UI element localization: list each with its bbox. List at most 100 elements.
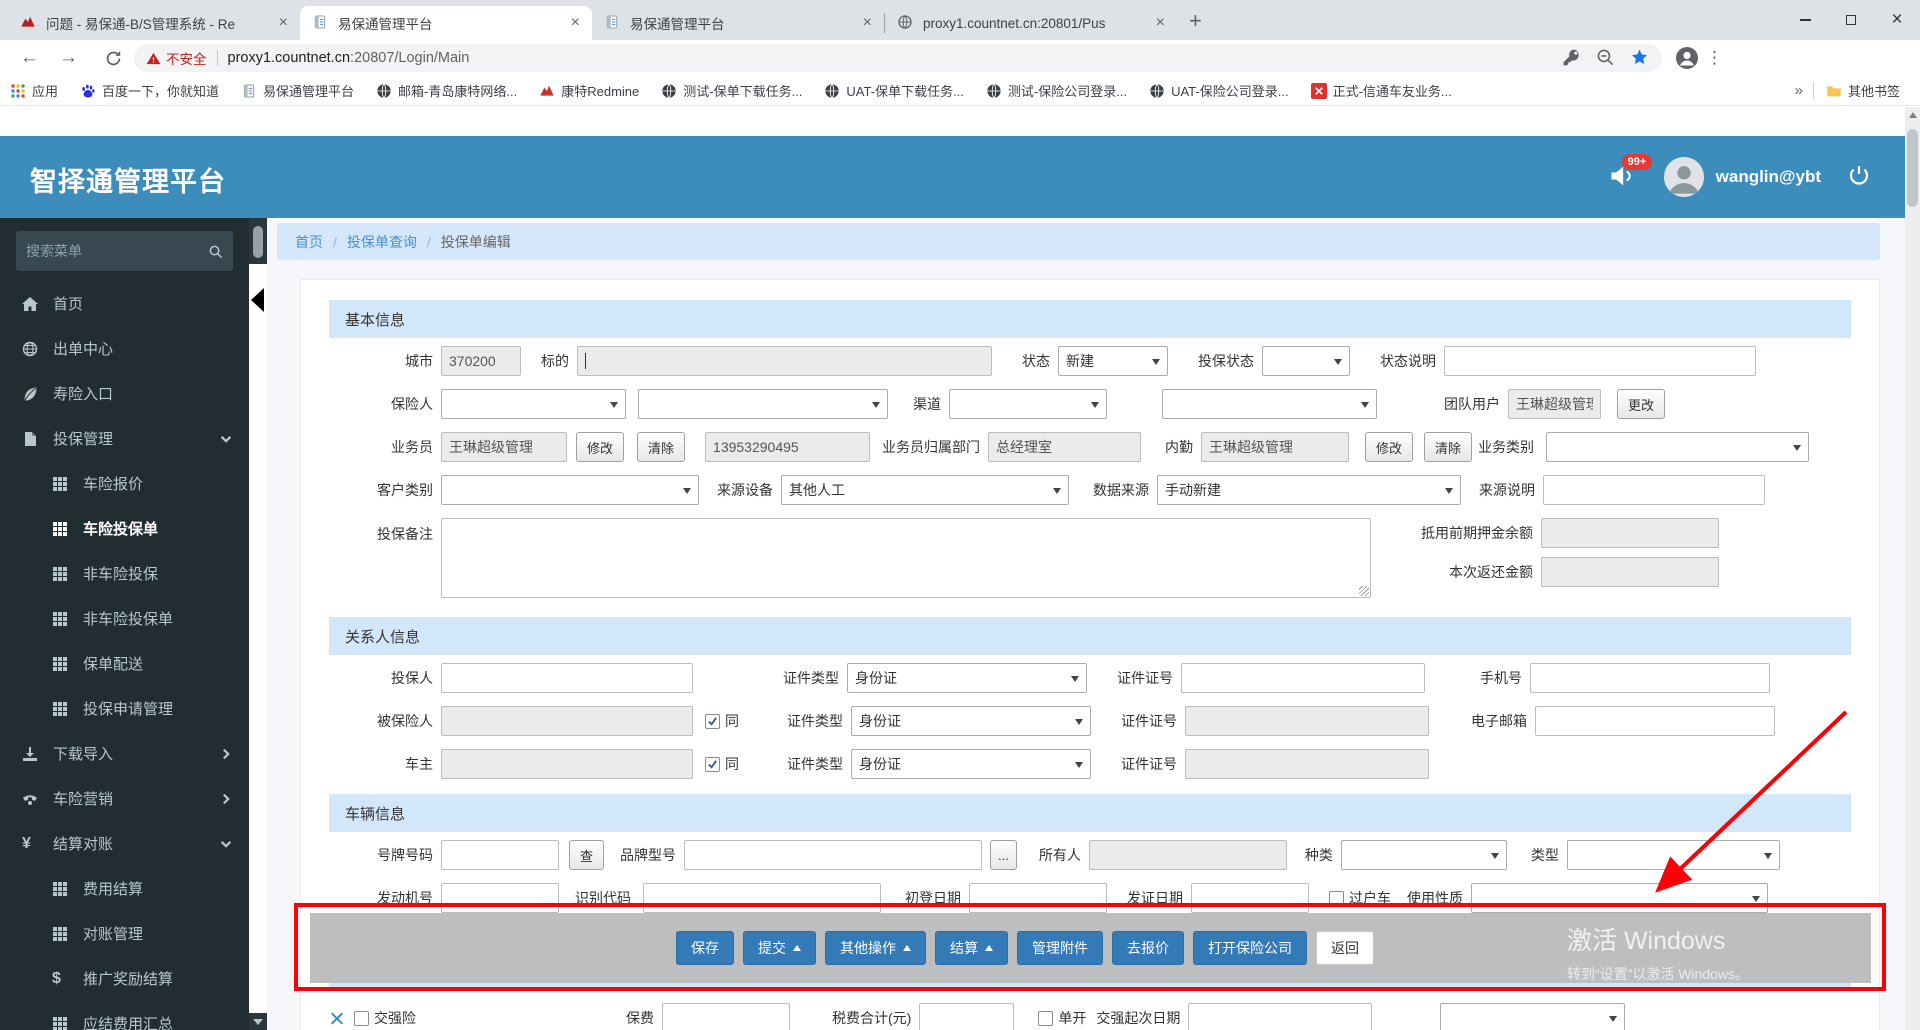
salesman-phone-input[interactable] <box>705 432 871 462</box>
office-clear-button[interactable]: 清除 <box>1424 432 1473 462</box>
collapse-x-icon[interactable] <box>329 1011 344 1026</box>
browser-tab-ybt2[interactable]: 易保通管理平台 × <box>592 6 884 40</box>
bookmarks-overflow-icon[interactable]: » <box>1795 82 1803 99</box>
sidebar-item-fee-settlement[interactable]: 费用结算 <box>0 866 249 911</box>
profile-avatar-icon[interactable] <box>1674 45 1700 71</box>
breadcrumb-home[interactable]: 首页 <box>295 232 323 252</box>
bookmark-ybt[interactable]: 易保通管理平台 <box>241 81 354 100</box>
premium-input[interactable] <box>662 1003 790 1030</box>
email-input[interactable] <box>1535 706 1775 736</box>
sidebar-item-auto-marketing[interactable]: 车险营销 <box>0 776 249 821</box>
status-select[interactable]: 新建 <box>1058 346 1168 376</box>
sidebar-item-issue-center[interactable]: 出单中心 <box>0 326 249 371</box>
insurer-select-1[interactable] <box>441 389 626 419</box>
browser-tab-redmine[interactable]: 问题 - 易保通-B/S管理系统 - Re × <box>8 6 300 40</box>
bookmark-test-download[interactable]: 测试-保单下载任务... <box>661 81 802 100</box>
insurance-extra-select[interactable] <box>1440 1003 1626 1030</box>
sidebar-item-nonauto-insure[interactable]: 非车险投保 <box>0 551 249 596</box>
applicant-cert-type-select[interactable]: 身份证 <box>847 663 1087 693</box>
salesman-modify-button[interactable]: 修改 <box>576 432 625 462</box>
browser-tab-proxy[interactable]: proxy1.countnet.cn:20801/Pus × <box>885 6 1177 40</box>
scroll-up-icon[interactable] <box>1908 112 1917 118</box>
start-date-input[interactable] <box>1188 1003 1373 1030</box>
brand-more-button[interactable]: ... <box>990 840 1017 870</box>
sidebar-item-fee-summary[interactable]: 应结费用汇总 <box>0 1001 249 1030</box>
resize-handle[interactable] <box>1359 586 1369 596</box>
user-avatar[interactable] <box>1663 157 1704 197</box>
sidebar-item-auto-application[interactable]: 车险投保单 <box>0 506 249 551</box>
password-key-icon[interactable] <box>1562 48 1582 68</box>
notifications-speaker-icon[interactable]: 99+ <box>1608 154 1653 192</box>
page-scroll-thumb[interactable] <box>1907 129 1918 207</box>
kind-select[interactable] <box>1340 840 1507 870</box>
tab-close-icon[interactable]: × <box>275 14 292 32</box>
salesman-clear-button[interactable]: 清除 <box>637 432 686 462</box>
deposit-input[interactable] <box>1541 518 1719 548</box>
applicant-input[interactable] <box>441 663 693 693</box>
breadcrumb-query[interactable]: 投保单查询 <box>347 232 417 252</box>
insured-same-checkbox[interactable] <box>705 713 720 729</box>
sidebar-scroll-down[interactable] <box>249 1013 267 1030</box>
sidebar-item-settlement[interactable]: ¥ 结算对账 <box>0 821 249 866</box>
tab-close-icon[interactable]: × <box>1152 14 1169 32</box>
plate-search-button[interactable]: 查 <box>569 840 605 870</box>
sidebar-item-life-entry[interactable]: 寿险入口 <box>0 371 249 416</box>
sidebar-item-policy-delivery[interactable]: 保单配送 <box>0 641 249 686</box>
bookmark-star-icon[interactable] <box>1630 48 1650 68</box>
apply-status-select[interactable] <box>1262 346 1350 376</box>
new-tab-button[interactable]: + <box>1189 8 1202 34</box>
owner-cert-no-input[interactable] <box>1185 749 1429 779</box>
data-source-select[interactable]: 手动新建 <box>1157 475 1461 505</box>
window-close-button[interactable]: × <box>1874 0 1920 40</box>
sidebar-scroll-thumb[interactable] <box>253 226 263 258</box>
sidebar-search[interactable] <box>16 231 233 271</box>
bookmark-uat-login[interactable]: UAT-保险公司登录... <box>1149 81 1289 100</box>
bookmark-redmine[interactable]: 康特Redmine <box>539 81 639 100</box>
bookmark-apps[interactable]: 应用 <box>10 81 58 100</box>
compulsory-checkbox[interactable] <box>354 1010 369 1026</box>
bookmark-baidu[interactable]: 百度一下，你就知道 <box>80 81 219 100</box>
channel-select-1[interactable] <box>949 389 1107 419</box>
reload-icon[interactable] <box>100 45 126 71</box>
plate-input[interactable] <box>441 840 559 870</box>
browser-tab-active[interactable]: 易保通管理平台 × <box>300 6 592 40</box>
search-icon[interactable] <box>208 244 223 259</box>
sidebar-item-home[interactable]: 首页 <box>0 281 249 326</box>
window-minimize-button[interactable] <box>1782 0 1828 40</box>
sidebar-item-nonauto-application[interactable]: 非车险投保单 <box>0 596 249 641</box>
salesman-input[interactable] <box>441 432 567 462</box>
applicant-cert-no-input[interactable] <box>1181 663 1425 693</box>
forward-icon[interactable]: → <box>59 47 78 69</box>
sidebar-item-promo-reward[interactable]: $ 推广奖励结算 <box>0 956 249 1001</box>
status-note-input[interactable] <box>1444 346 1756 376</box>
remark-textarea[interactable] <box>441 518 1371 598</box>
owner-cert-type-select[interactable]: 身份证 <box>851 749 1091 779</box>
sidebar-item-policy-mgmt[interactable]: 投保管理 <box>0 416 249 461</box>
insured-cert-no-input[interactable] <box>1185 706 1429 736</box>
username-label[interactable]: wanglin@ybt <box>1716 167 1821 187</box>
subject-input[interactable] <box>577 346 992 376</box>
bookmark-mail[interactable]: 邮箱-青岛康特网络... <box>376 81 517 100</box>
tax-input[interactable] <box>919 1003 1015 1030</box>
omnibox[interactable]: 不安全 proxy1.countnet.cn :20807/Login/Main <box>134 44 1662 72</box>
tab-close-icon[interactable]: × <box>859 14 876 32</box>
sidebar-item-reconciliation[interactable]: 对账管理 <box>0 911 249 956</box>
city-input[interactable] <box>441 346 521 376</box>
zoom-out-icon[interactable] <box>1596 48 1616 68</box>
insured-cert-type-select[interactable]: 身份证 <box>851 706 1091 736</box>
sidebar-item-apply-mgmt[interactable]: 投保申请管理 <box>0 686 249 731</box>
sidebar-item-download-import[interactable]: 下载导入 <box>0 731 249 776</box>
holder-input[interactable] <box>1088 840 1287 870</box>
browser-menu-icon[interactable]: ⋮ <box>1706 48 1723 68</box>
bookmark-test-login[interactable]: 测试-保险公司登录... <box>986 81 1127 100</box>
source-note-input[interactable] <box>1543 475 1765 505</box>
biz-type-select[interactable] <box>1546 432 1810 462</box>
other-bookmarks-folder[interactable]: 其他书签 <box>1826 81 1900 100</box>
refund-input[interactable] <box>1541 557 1719 587</box>
type-select[interactable] <box>1566 840 1780 870</box>
sidebar-item-auto-quote[interactable]: 车险报价 <box>0 461 249 506</box>
channel-select-2[interactable] <box>1162 389 1377 419</box>
source-device-select[interactable]: 其他人工 <box>781 475 1069 505</box>
bookmark-xintong[interactable]: 正式-信通车友业务... <box>1310 81 1452 100</box>
insured-input[interactable] <box>441 706 693 736</box>
